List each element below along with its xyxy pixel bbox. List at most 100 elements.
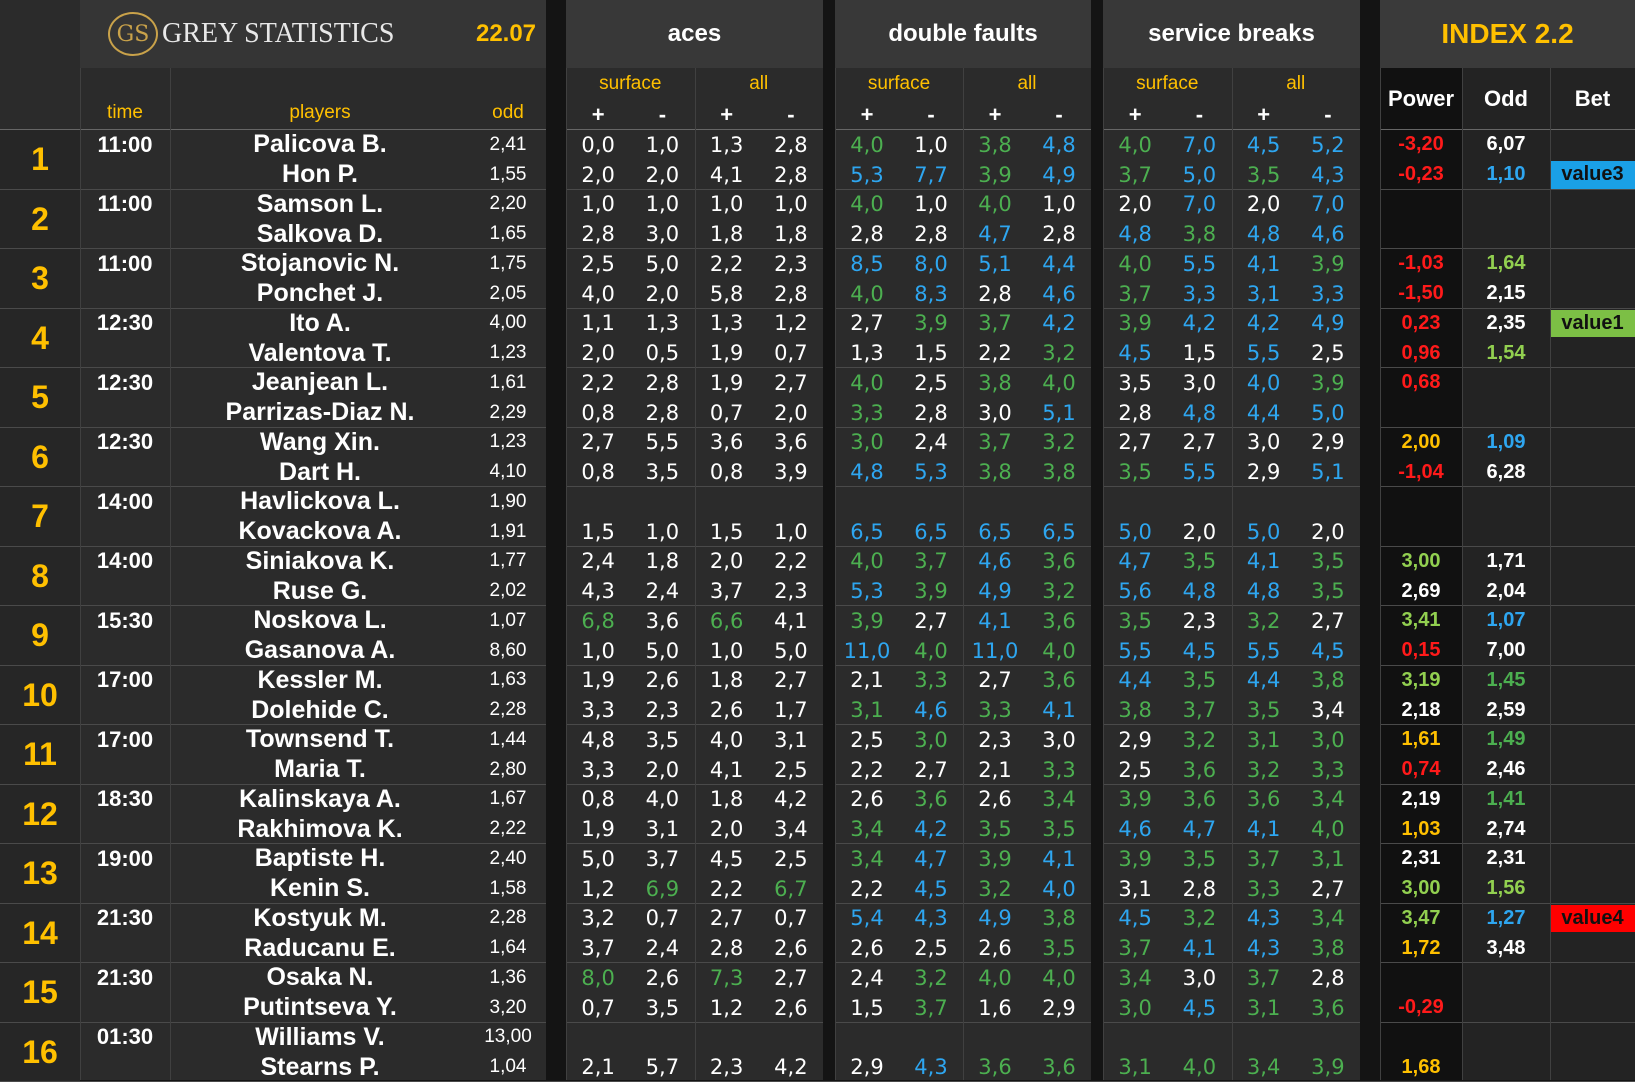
player-name: Kenin S. bbox=[170, 874, 470, 904]
stat-value: 4,0 bbox=[835, 279, 899, 309]
stat-value: 2,8 bbox=[630, 368, 694, 398]
odd2-value: 1,07 bbox=[1462, 606, 1550, 636]
stat-value: 3,6 bbox=[1027, 606, 1091, 636]
stat-value: 4,3 bbox=[566, 576, 630, 606]
stat-value: 2,0 bbox=[566, 338, 630, 368]
match-number: 4 bbox=[0, 309, 80, 369]
stat-value: 2,4 bbox=[630, 576, 694, 606]
stat-value: 4,3 bbox=[899, 904, 963, 934]
stat-value: 4,1 bbox=[1232, 249, 1296, 279]
stat-value: 4,1 bbox=[1027, 695, 1091, 725]
stat-value: 3,6 bbox=[1232, 785, 1296, 815]
stat-value: 3,3 bbox=[1296, 279, 1360, 309]
stat-value: 2,8 bbox=[899, 219, 963, 249]
power-value: 1,68 bbox=[1380, 1052, 1462, 1082]
stat-value: 2,5 bbox=[1296, 338, 1360, 368]
stat-value: 3,6 bbox=[1027, 1052, 1091, 1082]
player-odd: 8,60 bbox=[470, 636, 546, 666]
stat-value: 0,7 bbox=[630, 904, 694, 934]
stat-value: 2,7 bbox=[1296, 874, 1360, 904]
stat-value: 2,3 bbox=[1167, 606, 1231, 636]
odd2-value: 2,31 bbox=[1462, 844, 1550, 874]
stat-value: 4,1 bbox=[1232, 814, 1296, 844]
player-odd: 1,36 bbox=[470, 963, 546, 993]
match-time: 11:00 bbox=[80, 249, 170, 279]
stat-value: 1,0 bbox=[630, 130, 694, 160]
stat-value: 4,7 bbox=[1103, 547, 1167, 577]
player-name: Parrizas-Diaz N. bbox=[170, 398, 470, 428]
stat-value: 2,7 bbox=[835, 309, 899, 339]
stat-value: 3,9 bbox=[835, 606, 899, 636]
power-value: 2,19 bbox=[1380, 785, 1462, 815]
power-value: 3,41 bbox=[1380, 606, 1462, 636]
stat-value: 2,7 bbox=[899, 755, 963, 785]
stat-value: 3,2 bbox=[1027, 428, 1091, 458]
plus-subheader: + bbox=[1103, 100, 1167, 130]
power-value: 0,96 bbox=[1380, 338, 1462, 368]
stat-value: 1,9 bbox=[695, 368, 759, 398]
stat-value: 6,7 bbox=[759, 874, 823, 904]
double-faults-header: double faults bbox=[835, 0, 1091, 68]
stat-value: 5,7 bbox=[630, 1052, 694, 1082]
bet-badge[interactable]: value1 bbox=[1550, 310, 1635, 338]
stat-value: 3,7 bbox=[899, 547, 963, 577]
player-name: Townsend T. bbox=[170, 725, 470, 755]
stat-value: 3,2 bbox=[963, 874, 1027, 904]
stat-value: 4,0 bbox=[1027, 874, 1091, 904]
stat-value: 2,8 bbox=[963, 279, 1027, 309]
stat-value: 3,3 bbox=[963, 695, 1027, 725]
stat-value: 0,5 bbox=[630, 338, 694, 368]
stat-value: 4,9 bbox=[1296, 309, 1360, 339]
stat-value: 2,0 bbox=[1103, 190, 1167, 220]
time-header: time bbox=[80, 68, 170, 130]
match-number: 9 bbox=[0, 606, 80, 666]
stat-value: 5,0 bbox=[759, 636, 823, 666]
player-odd: 2,40 bbox=[470, 844, 546, 874]
stat-value: 4,8 bbox=[1103, 219, 1167, 249]
stat-value: 1,3 bbox=[630, 309, 694, 339]
stat-value: 4,2 bbox=[1232, 309, 1296, 339]
bet-badge[interactable]: value4 bbox=[1550, 905, 1635, 933]
stat-value: 5,3 bbox=[835, 576, 899, 606]
stat-value: 4,0 bbox=[899, 636, 963, 666]
stat-value: 2,4 bbox=[566, 547, 630, 577]
stat-value: 4,3 bbox=[1232, 904, 1296, 934]
odd2-value: 2,04 bbox=[1462, 576, 1550, 606]
stat-value: 3,3 bbox=[835, 398, 899, 428]
plus-subheader: + bbox=[835, 100, 899, 130]
player-odd: 4,00 bbox=[470, 309, 546, 339]
power-value: 0,23 bbox=[1380, 309, 1462, 339]
stat-value: 5,6 bbox=[1103, 576, 1167, 606]
stat-value: 3,5 bbox=[963, 814, 1027, 844]
power-value: 0,68 bbox=[1380, 368, 1462, 398]
stat-value: 5,4 bbox=[835, 904, 899, 934]
stat-value: 3,0 bbox=[963, 398, 1027, 428]
stat-value: 7,0 bbox=[1167, 130, 1231, 160]
stat-value: 2,2 bbox=[835, 755, 899, 785]
stat-value: 5,0 bbox=[1296, 398, 1360, 428]
match-time: 12:30 bbox=[80, 428, 170, 458]
stat-value: 4,4 bbox=[1232, 666, 1296, 696]
stat-value: 4,5 bbox=[695, 844, 759, 874]
player-name: Williams V. bbox=[170, 1023, 470, 1053]
stat-value: 0,7 bbox=[759, 904, 823, 934]
stat-value: 3,1 bbox=[1103, 874, 1167, 904]
stat-value: 4,4 bbox=[1232, 398, 1296, 428]
bet-badge[interactable]: value3 bbox=[1550, 161, 1635, 189]
statistics-table: GSGREY STATISTICS22.07acessurfaceall+-+-… bbox=[0, 0, 1635, 1080]
stat-value: 2,5 bbox=[899, 368, 963, 398]
player-name: Rakhimova K. bbox=[170, 814, 470, 844]
stat-value: 3,5 bbox=[1232, 160, 1296, 190]
stat-value: 4,2 bbox=[759, 1052, 823, 1082]
stat-value: 4,0 bbox=[1167, 1052, 1231, 1082]
player-odd: 2,05 bbox=[470, 279, 546, 309]
stat-value: 0,8 bbox=[695, 457, 759, 487]
player-name: Ito A. bbox=[170, 309, 470, 339]
stat-value: 8,5 bbox=[835, 249, 899, 279]
stat-value: 2,5 bbox=[835, 725, 899, 755]
match-number: 3 bbox=[0, 249, 80, 309]
odd2-value: 2,35 bbox=[1462, 309, 1550, 339]
stat-value: 3,6 bbox=[1027, 547, 1091, 577]
stat-value: 1,1 bbox=[566, 309, 630, 339]
stat-value: 3,1 bbox=[759, 725, 823, 755]
